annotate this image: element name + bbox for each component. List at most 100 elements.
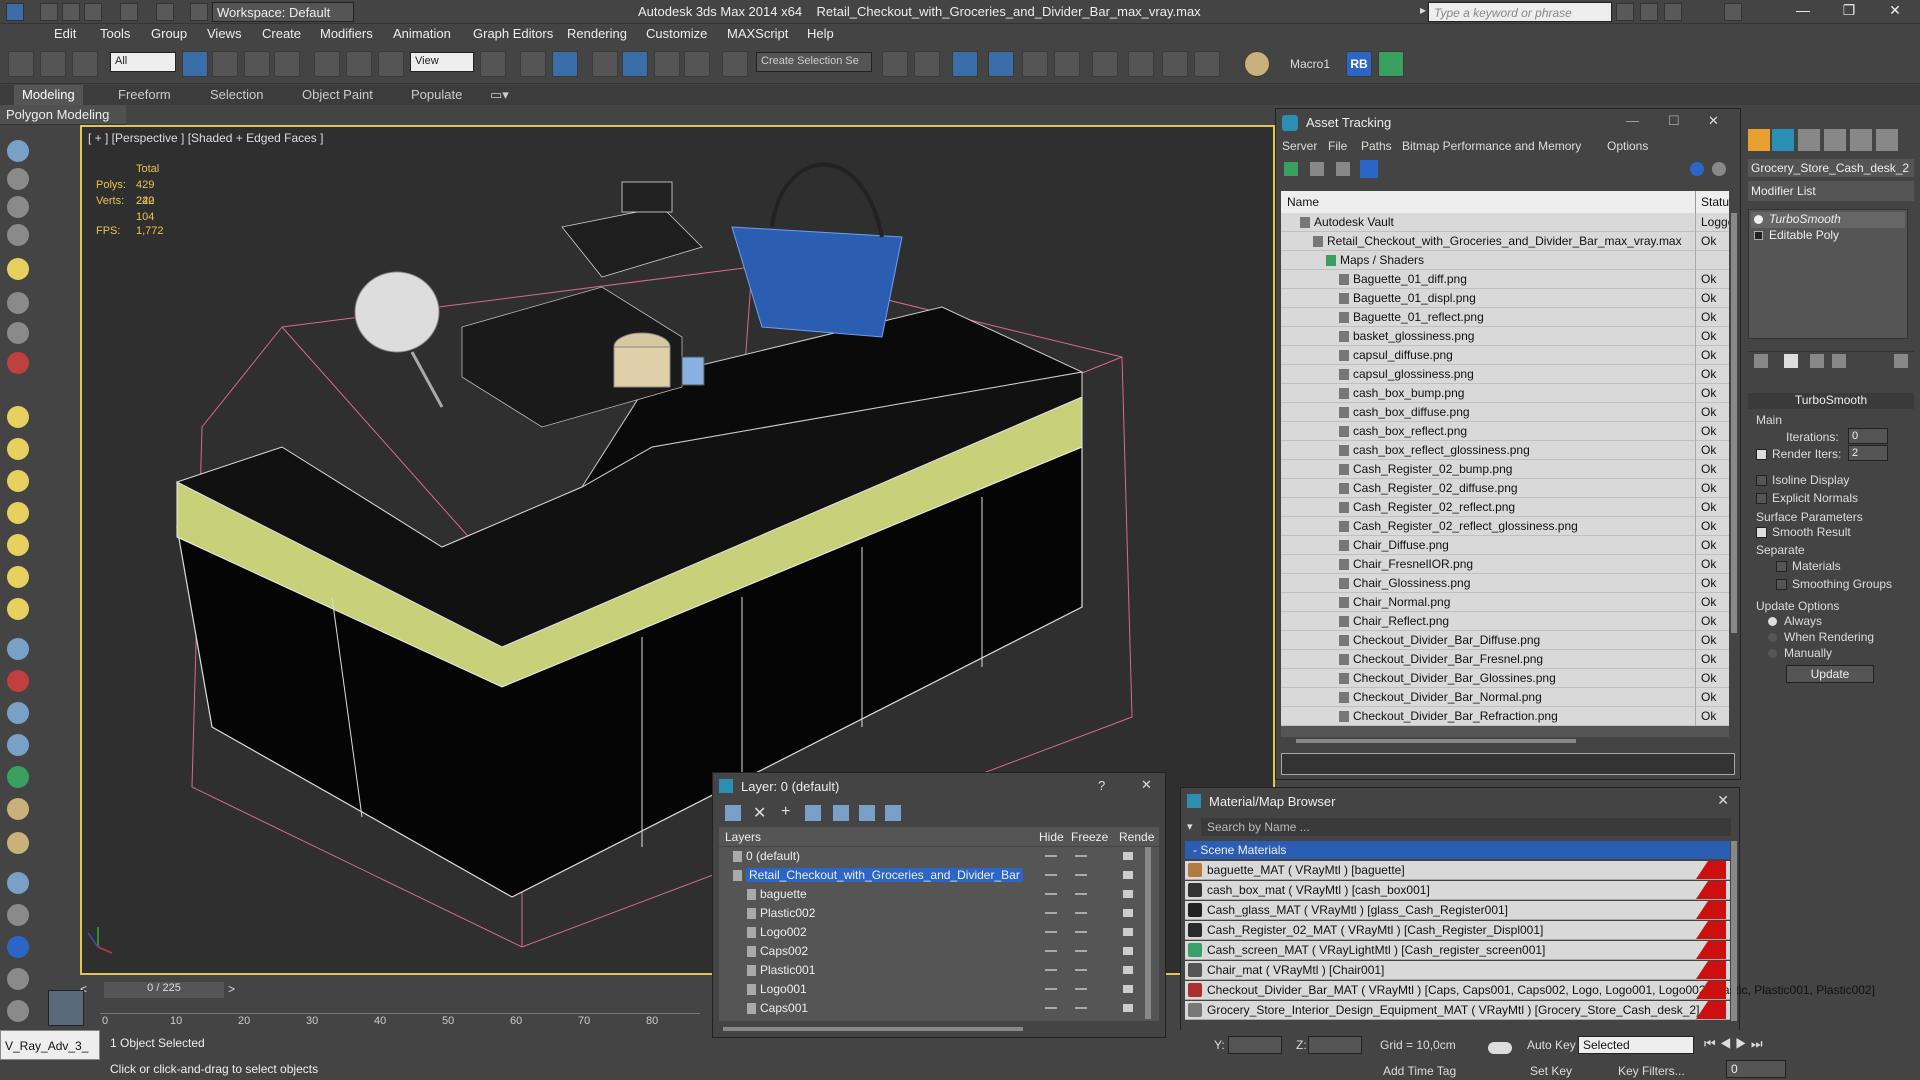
- material-search-input[interactable]: Search by Name ...: [1201, 818, 1731, 836]
- asset-row[interactable]: Chair_Reflect.png Ok: [1281, 612, 1729, 631]
- render-icon[interactable]: [7, 904, 29, 926]
- y-coordinate-field[interactable]: [1228, 1036, 1282, 1054]
- asset-row[interactable]: capsul_glossiness.png Ok: [1281, 365, 1729, 384]
- macro-icon[interactable]: [1244, 51, 1270, 77]
- lightbulb-icon[interactable]: [7, 258, 29, 280]
- smooth-result-checkbox[interactable]: [1756, 527, 1767, 538]
- rotate-icon[interactable]: [346, 51, 372, 77]
- ribbon-options-icon[interactable]: ▭▾: [490, 87, 509, 103]
- tab-selection[interactable]: Selection: [210, 87, 263, 102]
- close-icon[interactable]: ✕: [1708, 113, 1719, 129]
- horizontal-scrollbar[interactable]: [1296, 739, 1576, 743]
- close-icon[interactable]: ✕: [1880, 2, 1910, 22]
- utility-icon[interactable]: [7, 968, 29, 990]
- snaps-toggle-icon[interactable]: [592, 51, 618, 77]
- green-chevron-icon[interactable]: [1378, 51, 1404, 77]
- render-iters-checkbox[interactable]: [1756, 449, 1767, 460]
- teapot-icon[interactable]: [7, 140, 29, 162]
- menu-maxscript[interactable]: MAXScript: [727, 26, 788, 41]
- freeze-toggle[interactable]: [1075, 950, 1087, 952]
- maxscript-listener[interactable]: V_Ray_Adv_3_: [0, 1030, 100, 1060]
- asset-row[interactable]: Checkout_Divider_Bar_Glossines.png Ok: [1281, 669, 1729, 688]
- asset-row[interactable]: Checkout_Divider_Bar_Refraction.png Ok: [1281, 707, 1729, 726]
- horizontal-scrollbar[interactable]: [723, 1027, 1023, 1031]
- asset-row[interactable]: cash_box_bump.png Ok: [1281, 384, 1729, 403]
- menu-edit[interactable]: Edit: [54, 26, 76, 41]
- explicit-normals-checkbox[interactable]: [1756, 493, 1767, 504]
- menu-animation[interactable]: Animation: [393, 26, 451, 41]
- stack-item-turbosmooth[interactable]: TurboSmooth: [1751, 212, 1905, 228]
- freeze-toggle[interactable]: [1075, 969, 1087, 971]
- materials-checkbox[interactable]: [1776, 561, 1787, 572]
- freeze-toggle[interactable]: [1075, 874, 1087, 876]
- freeze-toggle[interactable]: [1075, 988, 1087, 990]
- layer-row[interactable]: Plastic002: [719, 904, 1159, 923]
- box-icon[interactable]: [7, 406, 29, 428]
- material-editor-icon[interactable]: [1092, 51, 1118, 77]
- hierarchy-tab-icon[interactable]: [1798, 129, 1820, 151]
- render-iters-spinner[interactable]: 2: [1848, 445, 1888, 461]
- align-icon[interactable]: [914, 51, 940, 77]
- app-logo-icon[interactable]: [6, 3, 24, 21]
- hide-toggle[interactable]: [1045, 988, 1057, 990]
- reference-coordinate-dropdown[interactable]: View: [410, 52, 474, 72]
- spinner-snap-icon[interactable]: [684, 51, 710, 77]
- favorites-star-icon[interactable]: [1664, 3, 1682, 21]
- rb-button[interactable]: RB: [1346, 51, 1372, 77]
- layer-row[interactable]: Logo001: [719, 980, 1159, 999]
- asset-row[interactable]: Chair_Normal.png Ok: [1281, 593, 1729, 612]
- asset-path-field[interactable]: [1281, 753, 1735, 775]
- asset-row[interactable]: Checkout_Divider_Bar_Diffuse.png Ok: [1281, 631, 1729, 650]
- material-row[interactable]: baguette_MAT ( VRayMtl ) [baguette]: [1185, 861, 1730, 880]
- communication-icon[interactable]: [1640, 3, 1658, 21]
- cloth-icon[interactable]: [7, 832, 29, 854]
- render-toggle-icon[interactable]: [1123, 1004, 1133, 1012]
- select-object-icon[interactable]: [182, 51, 208, 77]
- column-layers[interactable]: Layers: [725, 830, 761, 844]
- rendered-frame-window-icon[interactable]: [1162, 51, 1188, 77]
- sun-icon[interactable]: [7, 566, 29, 588]
- asset-row[interactable]: Baguette_01_reflect.png Ok: [1281, 308, 1729, 327]
- when-rendering-radio[interactable]: [1768, 633, 1777, 642]
- menu-help[interactable]: Help: [807, 26, 834, 41]
- layer-row[interactable]: Caps002: [719, 942, 1159, 961]
- refresh-icon[interactable]: [1284, 162, 1298, 176]
- scale-icon[interactable]: [378, 51, 404, 77]
- always-radio[interactable]: [1768, 617, 1777, 626]
- scrollbar[interactable]: [1731, 213, 1737, 633]
- pin-stack-icon[interactable]: [1754, 354, 1768, 368]
- save-file-icon[interactable]: [84, 3, 102, 21]
- layer-row[interactable]: Logo002: [719, 923, 1159, 942]
- binoculars-icon[interactable]: [1616, 3, 1634, 21]
- material-row[interactable]: Cash_Register_02_MAT ( VRayMtl ) [Cash_R…: [1185, 921, 1730, 940]
- undo-icon[interactable]: [120, 3, 138, 21]
- asset-row[interactable]: Checkout_Divider_Bar_Normal.png Ok: [1281, 688, 1729, 707]
- window-crossing-icon[interactable]: [274, 51, 300, 77]
- angle-snap-icon[interactable]: [622, 51, 648, 77]
- next-frame-icon[interactable]: >: [228, 982, 235, 996]
- update-button[interactable]: Update: [1786, 665, 1874, 683]
- tab-modeling[interactable]: Modeling: [14, 85, 83, 105]
- material-row[interactable]: Cash_screen_MAT ( VRayLightMtl ) [Cash_r…: [1185, 941, 1730, 960]
- graphite-ribbon-icon[interactable]: [988, 51, 1014, 77]
- layer-row[interactable]: Retail_Checkout_with_Groceries_and_Divid…: [719, 866, 1159, 885]
- tab-freeform[interactable]: Freeform: [118, 87, 171, 102]
- hide-toggle[interactable]: [1045, 874, 1057, 876]
- new-file-icon[interactable]: [40, 3, 58, 21]
- utilities-tab-icon[interactable]: [1876, 129, 1898, 151]
- asset-row[interactable]: Baguette_01_displ.png Ok: [1281, 289, 1729, 308]
- render-toggle-icon[interactable]: [1123, 947, 1133, 955]
- selection-filter-dropdown[interactable]: All: [110, 52, 176, 72]
- configure-sets-icon[interactable]: [1894, 354, 1908, 368]
- render-setup-icon[interactable]: [1128, 51, 1154, 77]
- menu-views[interactable]: Views: [207, 26, 241, 41]
- render-toggle-icon[interactable]: [1123, 985, 1133, 993]
- new-layer-icon[interactable]: [725, 805, 741, 821]
- redo-icon[interactable]: [156, 3, 174, 21]
- menu-customize[interactable]: Customize: [646, 26, 707, 41]
- gear-icon[interactable]: [7, 734, 29, 756]
- motion-tab-icon[interactable]: [1824, 129, 1846, 151]
- keyboard-shortcut-icon[interactable]: [552, 51, 578, 77]
- pivot-center-icon[interactable]: [480, 51, 506, 77]
- menu-paths[interactable]: Paths: [1361, 139, 1392, 153]
